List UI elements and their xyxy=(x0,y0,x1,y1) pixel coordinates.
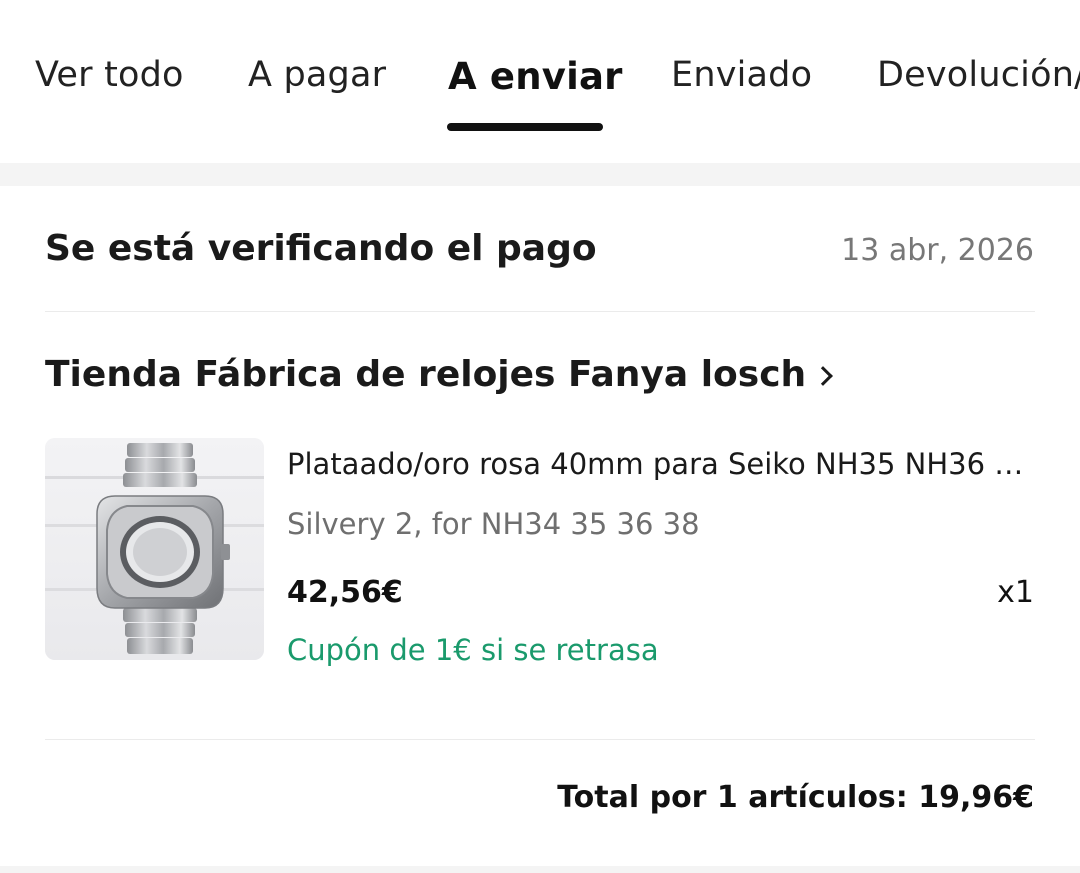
delay-coupon-text: Cupón de 1€ si se retrasa xyxy=(287,633,659,667)
active-tab-indicator xyxy=(447,123,603,131)
watch-case-image xyxy=(45,438,264,660)
tab-devolucion[interactable]: Devolución/ xyxy=(877,50,1080,100)
order-date: 13 abr, 2026 xyxy=(841,233,1034,268)
store-link[interactable]: Tienda Fábrica de relojes Fanya losch xyxy=(45,351,834,399)
tab-ver-todo[interactable]: Ver todo xyxy=(35,50,184,100)
order-status-tabs: Ver todo A pagar A enviar Enviado Devolu… xyxy=(0,0,1080,163)
tab-enviado[interactable]: Enviado xyxy=(671,50,812,100)
product-variant: Silvery 2, for NH34 35 36 38 xyxy=(287,507,700,541)
product-price: 42,56€ xyxy=(287,575,403,610)
tab-a-pagar[interactable]: A pagar xyxy=(248,50,386,100)
product-image[interactable] xyxy=(45,438,264,660)
product-title[interactable]: Plataado/oro rosa 40mm para Seiko NH35 N… xyxy=(287,444,1037,484)
divider xyxy=(45,311,1035,312)
order-total: Total por 1 artículos: 19,96€ xyxy=(557,780,1034,815)
section-separator xyxy=(0,866,1080,873)
order-status: Se está verificando el pago xyxy=(45,228,597,269)
divider xyxy=(45,739,1035,740)
product-quantity: x1 xyxy=(997,575,1034,610)
chevron-right-icon xyxy=(813,366,834,386)
order-card[interactable]: Se está verificando el pago 13 abr, 2026… xyxy=(0,186,1080,866)
tab-a-enviar[interactable]: A enviar xyxy=(448,52,623,102)
store-name: Tienda Fábrica de relojes Fanya losch xyxy=(45,354,807,395)
section-separator xyxy=(0,163,1080,186)
